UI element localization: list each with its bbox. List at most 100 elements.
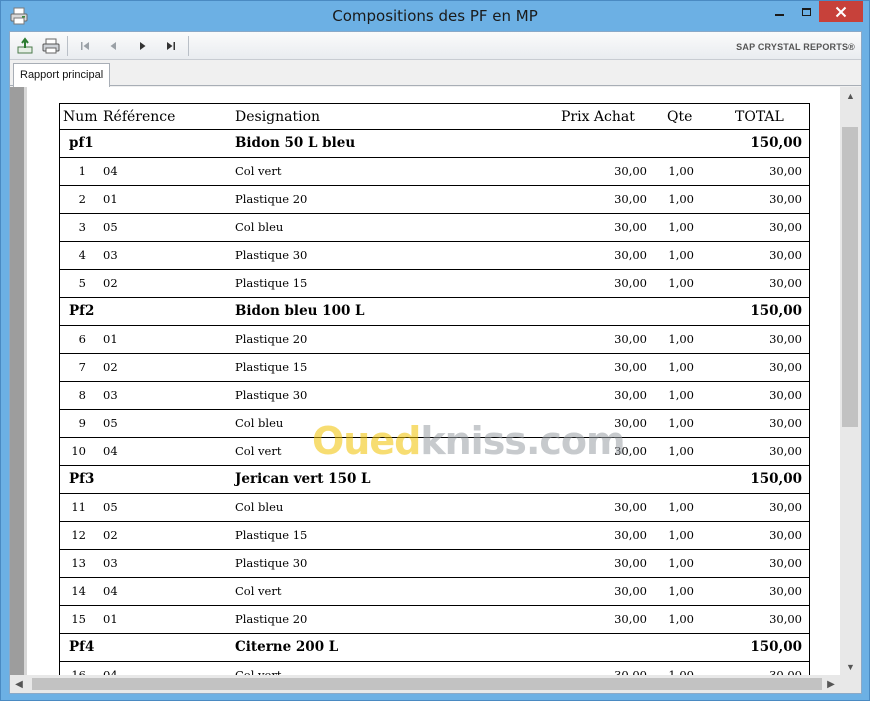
row-designation: Plastique 20 xyxy=(235,192,308,206)
row-num: 9 xyxy=(78,416,86,430)
row-designation: Col bleu xyxy=(235,500,284,514)
row-designation: Col vert xyxy=(235,584,282,598)
table-row: 9 05 Col bleu 30,00 1,00 30,00 xyxy=(60,410,809,438)
maximize-button[interactable] xyxy=(793,1,819,22)
row-prix-achat: 30,00 xyxy=(614,192,647,206)
group-total: 150,00 xyxy=(750,471,802,487)
row-qte: 1,00 xyxy=(668,500,694,514)
row-designation: Plastique 20 xyxy=(235,612,308,626)
table-row: 12 02 Plastique 15 30,00 1,00 30,00 xyxy=(60,522,809,550)
report-viewer: Num Référence Designation Prix Achat Qte… xyxy=(10,87,861,693)
row-prix-achat: 30,00 xyxy=(614,276,647,290)
horizontal-scrollbar[interactable]: ◀ ▶ xyxy=(10,675,840,693)
row-total: 30,00 xyxy=(769,584,802,598)
next-page-button[interactable] xyxy=(132,36,154,56)
row-prix-achat: 30,00 xyxy=(614,528,647,542)
toolbar-separator xyxy=(188,36,189,56)
vertical-scroll-thumb[interactable] xyxy=(842,127,858,427)
row-prix-achat: 30,00 xyxy=(614,500,647,514)
row-num: 8 xyxy=(78,388,86,402)
group-total: 150,00 xyxy=(750,135,802,151)
row-prix-achat: 30,00 xyxy=(614,220,647,234)
first-page-button[interactable] xyxy=(74,36,96,56)
close-button[interactable] xyxy=(819,1,863,22)
row-total: 30,00 xyxy=(769,164,802,178)
table-row: 3 05 Col bleu 30,00 1,00 30,00 xyxy=(60,214,809,242)
row-total: 30,00 xyxy=(769,668,802,675)
row-reference: 05 xyxy=(103,416,118,430)
row-num: 15 xyxy=(71,612,86,626)
row-qte: 1,00 xyxy=(668,416,694,430)
horizontal-scroll-thumb[interactable] xyxy=(32,678,822,690)
row-prix-achat: 30,00 xyxy=(614,416,647,430)
group-code: pf1 xyxy=(69,135,94,151)
row-reference: 01 xyxy=(103,612,118,626)
group-header-row: Pf4 Citerne 200 L 150,00 xyxy=(60,634,809,662)
print-button[interactable] xyxy=(40,36,62,56)
next-page-icon xyxy=(140,42,146,50)
row-total: 30,00 xyxy=(769,276,802,290)
row-reference: 03 xyxy=(103,388,118,402)
report-toolbar: SAP CRYSTAL REPORTS® xyxy=(10,32,861,60)
row-total: 30,00 xyxy=(769,220,802,234)
previous-page-button[interactable] xyxy=(102,36,124,56)
row-designation: Plastique 20 xyxy=(235,332,308,346)
row-num: 1 xyxy=(78,164,86,178)
row-num: 12 xyxy=(71,528,86,542)
row-qte: 1,00 xyxy=(668,164,694,178)
group-designation: Bidon 50 L bleu xyxy=(235,135,356,151)
row-prix-achat: 30,00 xyxy=(614,388,647,402)
row-reference: 02 xyxy=(103,528,118,542)
scrollbar-corner xyxy=(840,675,861,693)
row-num: 13 xyxy=(71,556,86,570)
report-table: Num Référence Designation Prix Achat Qte… xyxy=(59,103,810,675)
scroll-down-button[interactable]: ▼ xyxy=(840,658,861,675)
header-reference: Référence xyxy=(103,109,176,125)
table-row: 10 04 Col vert 30,00 1,00 30,00 xyxy=(60,438,809,466)
row-prix-achat: 30,00 xyxy=(614,332,647,346)
row-designation: Plastique 15 xyxy=(235,276,308,290)
row-reference: 04 xyxy=(103,584,118,598)
row-designation: Col vert xyxy=(235,444,282,458)
last-page-button[interactable] xyxy=(160,36,182,56)
group-total: 150,00 xyxy=(750,639,802,655)
tab-rapport-principal[interactable]: Rapport principal xyxy=(13,63,111,87)
row-designation: Col vert xyxy=(235,164,282,178)
maximize-icon xyxy=(801,7,811,16)
row-reference: 03 xyxy=(103,248,118,262)
group-total: 150,00 xyxy=(750,303,802,319)
scroll-up-button[interactable]: ▲ xyxy=(840,87,861,104)
table-row: 14 04 Col vert 30,00 1,00 30,00 xyxy=(60,578,809,606)
table-row: 4 03 Plastique 30 30,00 1,00 30,00 xyxy=(60,242,809,270)
row-qte: 1,00 xyxy=(668,248,694,262)
first-page-icon xyxy=(81,42,89,50)
row-designation: Plastique 30 xyxy=(235,556,308,570)
scroll-left-button[interactable]: ◀ xyxy=(10,675,28,693)
group-designation: Citerne 200 L xyxy=(235,639,339,655)
close-icon xyxy=(835,6,847,17)
row-reference: 03 xyxy=(103,556,118,570)
row-designation: Col bleu xyxy=(235,416,284,430)
row-qte: 1,00 xyxy=(668,332,694,346)
vertical-scrollbar[interactable]: ▲ ▼ xyxy=(840,87,861,675)
app-window: Compositions des PF en MP SAP CRYSTAL RE… xyxy=(0,0,870,701)
print-icon xyxy=(42,38,60,54)
row-qte: 1,00 xyxy=(668,360,694,374)
row-num: 7 xyxy=(78,360,86,374)
header-num: Num xyxy=(63,109,98,125)
row-reference: 05 xyxy=(103,220,118,234)
toolbar-separator xyxy=(67,36,68,56)
scroll-right-button[interactable]: ▶ xyxy=(822,675,840,693)
row-total: 30,00 xyxy=(769,416,802,430)
row-total: 30,00 xyxy=(769,248,802,262)
table-row: 1 04 Col vert 30,00 1,00 30,00 xyxy=(60,158,809,186)
row-total: 30,00 xyxy=(769,528,802,542)
row-prix-achat: 30,00 xyxy=(614,248,647,262)
row-qte: 1,00 xyxy=(668,220,694,234)
row-reference: 04 xyxy=(103,164,118,178)
group-header-row: pf1 Bidon 50 L bleu 150,00 xyxy=(60,130,809,158)
report-tab-strip: Rapport principal xyxy=(10,60,861,87)
chevron-up-icon: ▲ xyxy=(846,90,855,101)
export-button[interactable] xyxy=(14,36,36,56)
minimize-button[interactable] xyxy=(765,1,793,22)
